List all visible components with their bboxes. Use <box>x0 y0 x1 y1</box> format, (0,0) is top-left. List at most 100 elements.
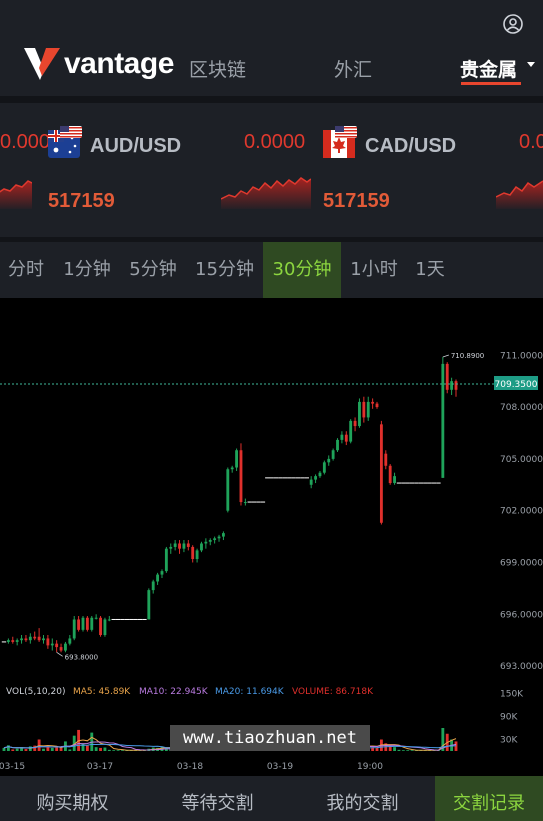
time-tick-label: 03-19 <box>267 762 293 772</box>
candle <box>85 617 89 630</box>
candle <box>379 424 383 523</box>
chart-canvas[interactable]: 711.0000 708.0000 705.0000 702.0000 699.0000… <box>0 298 543 776</box>
candle <box>156 574 160 582</box>
candle <box>90 617 94 630</box>
sparkline-chart <box>221 177 311 209</box>
bottom-tab-my-delivery[interactable]: 我的交割 <box>290 776 435 821</box>
nav-tab-blockchain[interactable]: 区块链 <box>189 55 246 82</box>
candlestick-chart[interactable]: 711.0000 708.0000 705.0000 702.0000 699.0000… <box>0 298 543 776</box>
candle <box>50 643 54 646</box>
candle <box>375 403 379 408</box>
candle <box>94 617 98 619</box>
candle <box>46 638 50 646</box>
volume-bar <box>46 747 50 751</box>
price-tick-label: 708.0000 <box>500 403 543 413</box>
candle <box>309 479 313 485</box>
bottom-tab-buy-option[interactable]: 购买期权 <box>0 776 145 821</box>
low-marker-line <box>56 651 63 657</box>
candle <box>182 543 186 549</box>
candle <box>358 401 361 427</box>
candle <box>20 638 23 641</box>
nav-tab-forex[interactable]: 外汇 <box>334 55 372 82</box>
period-tab-1day[interactable]: 1天 <box>407 242 453 298</box>
candle <box>331 450 335 459</box>
ticker-card-partial-left[interactable]: 0.0000 <box>0 103 61 237</box>
logo-text: vantage <box>64 47 174 80</box>
price-tick-label: 699.0000 <box>500 558 543 568</box>
high-marker-line <box>442 354 449 358</box>
candle <box>445 363 449 390</box>
candle <box>164 548 168 572</box>
ticker-carousel[interactable]: 0.0000 AUD/USD 0.0000 517159 CAD/USD 517… <box>0 103 543 237</box>
price-tick-label: 693.0000 <box>500 662 543 672</box>
ticker-volume: 517159 <box>323 190 390 212</box>
nav-tab-precious-metals[interactable]: 贵金属 <box>460 55 517 82</box>
volume-bar <box>103 747 107 751</box>
candle <box>186 543 190 547</box>
candle <box>169 546 173 549</box>
volume-bar <box>15 748 19 751</box>
candle <box>72 619 76 639</box>
time-tick-label: 19:00 <box>357 762 383 772</box>
period-tab-5min[interactable]: 5分钟 <box>120 242 186 298</box>
user-icon[interactable] <box>502 13 524 35</box>
candle <box>239 450 243 503</box>
ticker-card-audusd[interactable]: AUD/USD 0.0000 517159 <box>46 103 316 237</box>
bottom-tab-pending-delivery[interactable]: 等待交割 <box>145 776 290 821</box>
candle <box>77 619 81 630</box>
volume-bar <box>112 750 116 751</box>
candle <box>384 453 388 466</box>
candle <box>393 476 396 484</box>
period-tab-15min[interactable]: 15分钟 <box>186 242 263 298</box>
bottom-tab-delivery-records[interactable]: 交割记录 <box>435 776 543 821</box>
candle <box>336 439 339 451</box>
volume-bar <box>2 747 6 751</box>
volume-bar <box>81 743 85 751</box>
volume-tick-label: 30K <box>500 736 518 746</box>
candle <box>151 581 155 591</box>
vantage-logo[interactable]: vantage <box>22 44 174 84</box>
candle <box>454 381 458 390</box>
ticker-change: 0.0 <box>519 131 543 153</box>
candle <box>24 638 28 641</box>
candle <box>6 640 10 642</box>
indicator-vol-label: VOL(5,10,20) <box>6 687 65 697</box>
time-tick-label: 03-18 <box>177 762 203 772</box>
candle <box>243 502 247 504</box>
ticker-volume: 517159 <box>48 190 115 212</box>
candle <box>226 469 230 511</box>
caret-down-icon[interactable] <box>527 62 535 67</box>
candle <box>217 536 221 539</box>
volume-bar <box>410 750 414 751</box>
period-tab-1hour[interactable]: 1小时 <box>341 242 407 298</box>
indicator-ma10-label: MA10: 22.945K <box>139 687 209 697</box>
indicator-volume-label: VOLUME: 86.718K <box>292 687 374 697</box>
indicator-ma5-label: MA5: 45.89K <box>73 687 131 697</box>
candle <box>195 550 199 560</box>
low-price-label: 693.8000 <box>65 653 98 661</box>
volume-bar <box>11 749 15 751</box>
ticker-card-cadusd[interactable]: CAD/USD 517159 0.0 <box>321 103 543 237</box>
volume-bar <box>116 750 120 751</box>
volume-bar <box>401 750 405 751</box>
sparkline-chart <box>0 180 32 209</box>
indicator-ma20-label: MA20: 11.694K <box>215 687 285 697</box>
period-tab-1min[interactable]: 1分钟 <box>54 242 120 298</box>
ticker-change: 0.0000 <box>244 131 306 153</box>
volume-bar <box>393 747 396 751</box>
candle <box>318 472 322 477</box>
volume-bar <box>121 750 124 751</box>
period-tab-30min[interactable]: 30分钟 <box>263 242 341 298</box>
time-tick-label: 03-15 <box>0 762 25 772</box>
candle <box>68 638 72 644</box>
app-header: vantage 区块链 外汇 贵金属 <box>0 0 543 96</box>
candle <box>450 381 454 390</box>
candle <box>327 458 331 463</box>
candle <box>55 643 59 648</box>
volume-bar <box>33 745 37 751</box>
candle <box>191 546 195 560</box>
candle <box>314 476 317 480</box>
candle <box>59 647 63 651</box>
period-tab-timeshare[interactable]: 分时 <box>0 242 52 298</box>
active-tab-indicator <box>461 82 521 85</box>
